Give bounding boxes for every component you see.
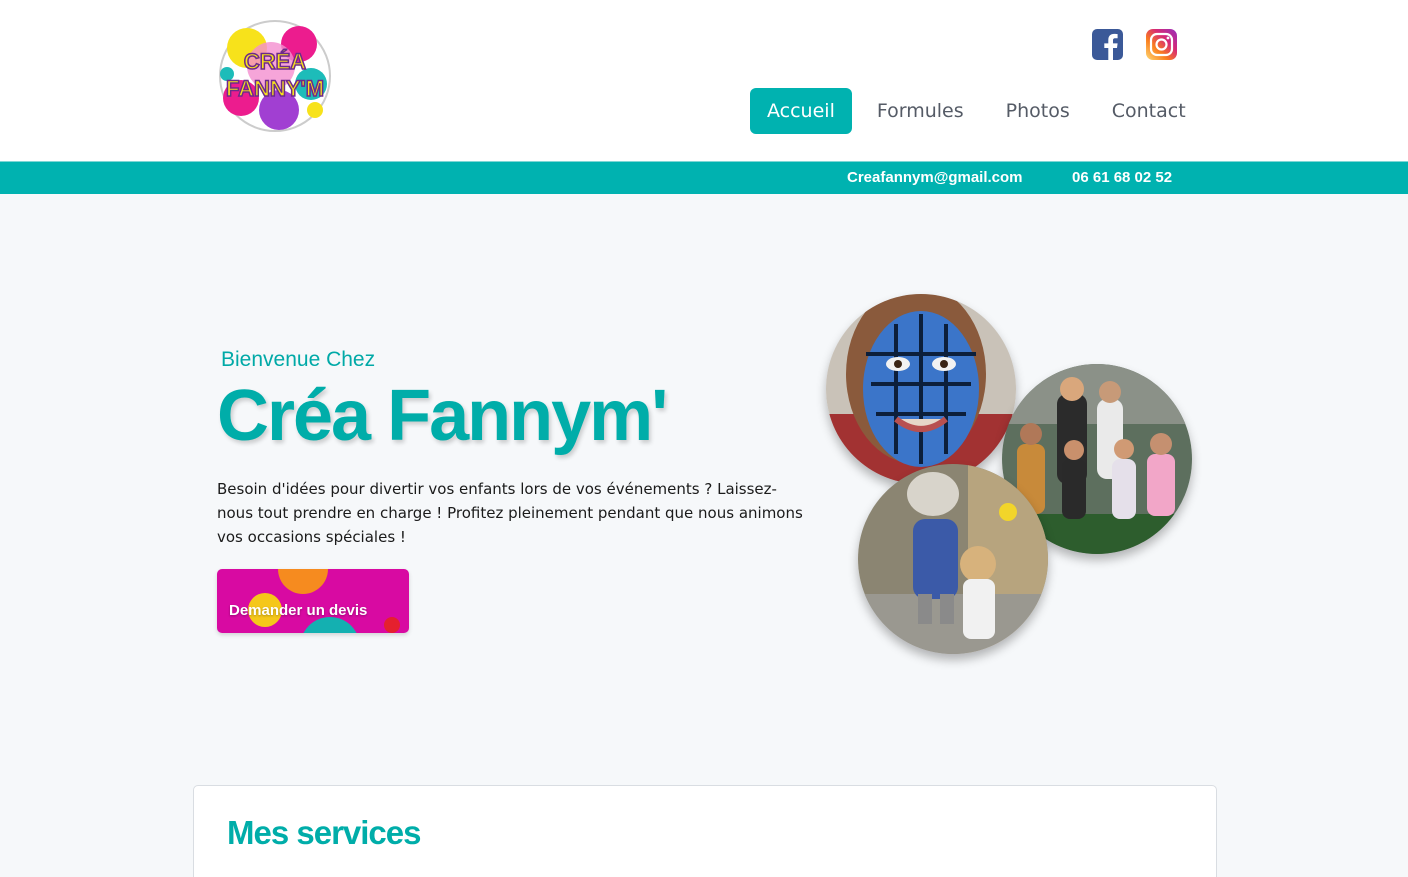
logo-graphic: CRÉA FANNY'M xyxy=(219,20,331,132)
hero-title: Créa Fannym' xyxy=(217,376,668,456)
decor-dot xyxy=(278,569,328,594)
nav-formules[interactable]: Formules xyxy=(860,88,981,134)
services-title: Mes services xyxy=(227,814,421,851)
facebook-icon[interactable] xyxy=(1092,29,1123,60)
logo-text-bottom: FANNY'M xyxy=(226,76,324,101)
mascot-photo xyxy=(858,464,1048,654)
request-quote-label: Demander un devis xyxy=(229,602,368,619)
decor-dot xyxy=(384,617,400,633)
nav-contact[interactable]: Contact xyxy=(1095,88,1203,134)
hero-subtitle: Bienvenue Chez xyxy=(221,348,376,371)
main-nav: Accueil Formules Photos Contact xyxy=(750,88,1211,134)
request-quote-button[interactable]: Demander un devis xyxy=(217,569,409,633)
instagram-icon[interactable] xyxy=(1146,29,1177,60)
site-header: CRÉA FANNY'M Accueil Formules Photos Con… xyxy=(0,0,1408,161)
contact-phone[interactable]: 06 61 68 02 52 xyxy=(1072,162,1172,194)
face-paint-photo xyxy=(826,294,1016,484)
site-logo[interactable]: CRÉA FANNY'M xyxy=(213,14,337,138)
hero-description: Besoin d'idées pour divertir vos enfants… xyxy=(217,480,803,546)
logo-text-top: CRÉA xyxy=(244,49,306,74)
contact-email[interactable]: Creafannym@gmail.com xyxy=(847,162,1023,194)
decor-dot xyxy=(300,617,360,633)
services-section: Mes services xyxy=(193,785,1217,877)
nav-photos[interactable]: Photos xyxy=(989,88,1087,134)
contact-bar: Creafannym@gmail.com 06 61 68 02 52 xyxy=(0,161,1408,194)
nav-accueil[interactable]: Accueil xyxy=(750,88,852,134)
